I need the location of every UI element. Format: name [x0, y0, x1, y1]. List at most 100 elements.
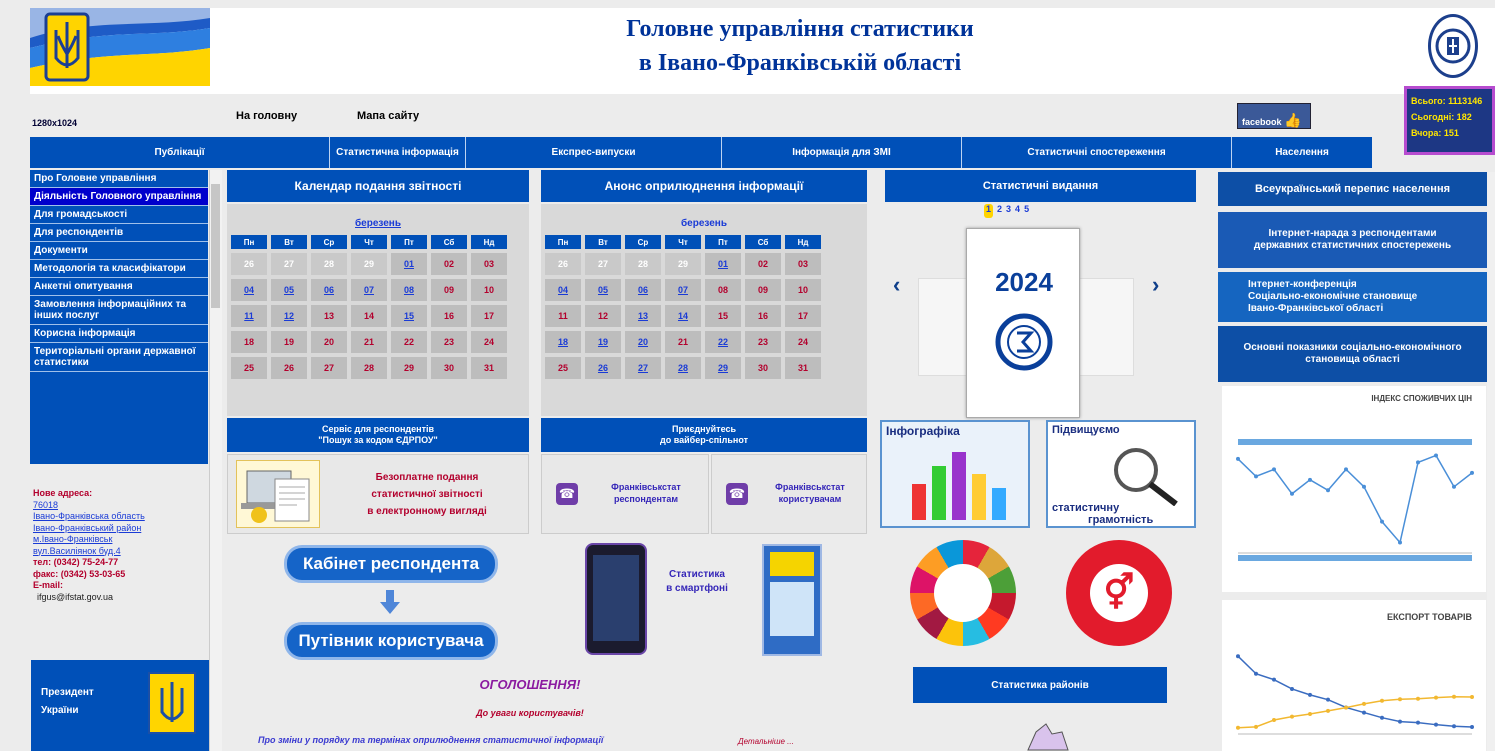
sitemap-link[interactable]: Мапа сайту — [357, 110, 419, 122]
nav-express-releases[interactable]: Експрес-випуски — [466, 137, 722, 168]
calendar-day[interactable]: 04 — [231, 279, 267, 301]
calendar-day[interactable]: 09 — [431, 279, 467, 301]
email-address[interactable]: ifgus@ifstat.gov.ua — [33, 592, 208, 604]
calendar-day[interactable]: 01 — [705, 253, 741, 275]
publications-title[interactable]: Статистичні видання — [885, 170, 1196, 202]
calendar-day[interactable]: 29 — [705, 357, 741, 379]
sidebar-item-surveys[interactable]: Анкетні опитування — [30, 278, 208, 296]
announcement-link[interactable]: Про зміни у порядку та термінах оприлюдн… — [258, 735, 738, 745]
publication-cover[interactable]: 2024 — [966, 228, 1080, 418]
nav-population[interactable]: Населення — [1232, 137, 1372, 168]
calendar-day[interactable]: 20 — [625, 331, 661, 353]
statistical-literacy-banner[interactable]: Підвищуємо статистичну грамотність — [1046, 420, 1196, 528]
pager-page-1[interactable]: 1 — [984, 204, 994, 218]
calendar-day[interactable]: 05 — [585, 279, 621, 301]
sidebar-item-public[interactable]: Для громадськості — [30, 206, 208, 224]
page-scrollbar[interactable] — [1487, 172, 1495, 751]
calendar-announce-month[interactable]: березень — [541, 218, 867, 229]
calendar-day[interactable]: 21 — [665, 331, 701, 353]
calendar-day[interactable]: 28 — [351, 357, 387, 379]
calendar-day[interactable]: 31 — [785, 357, 821, 379]
calendar-day[interactable]: 30 — [745, 357, 781, 379]
calendar-day[interactable]: 25 — [231, 357, 267, 379]
nav-statistical-info[interactable]: Статистична інформація — [330, 137, 466, 168]
calendar-announce-title[interactable]: Анонс оприлюднення інформації — [541, 170, 867, 202]
census-link[interactable]: Всеукраїнський перепис населення — [1218, 172, 1487, 206]
sidebar-item-territorial[interactable]: Територіальні органи державної статистик… — [30, 343, 208, 372]
calendar-reporting-title[interactable]: Календар подання звітності — [227, 170, 529, 202]
calendar-day[interactable]: 27 — [625, 357, 661, 379]
calendar-day[interactable]: 27 — [311, 357, 347, 379]
smartphone-stats-text[interactable]: Статистика в смартфоні — [652, 568, 742, 596]
calendar-day[interactable]: 08 — [391, 279, 427, 301]
cpi-chart-panel[interactable]: ІНДЕКС СПОЖИВЧИХ ЦІН — [1222, 386, 1486, 592]
calendar-day[interactable]: 23 — [745, 331, 781, 353]
pager-page-4[interactable]: 4 — [1015, 204, 1020, 218]
sidebar-item-documents[interactable]: Документи — [30, 242, 208, 260]
sidebar-item-activity[interactable]: Діяльність Головного управління — [30, 188, 208, 206]
sidebar-item-respondents[interactable]: Для респондентів — [30, 224, 208, 242]
nav-media-info[interactable]: Інформація для ЗМІ — [722, 137, 962, 168]
calendar-day[interactable]: 02 — [431, 253, 467, 275]
calendar-day[interactable]: 20 — [311, 331, 347, 353]
calendar-day[interactable]: 07 — [665, 279, 701, 301]
districts-statistics-button[interactable]: Статистика районів — [913, 667, 1167, 703]
calendar-day[interactable]: 13 — [311, 305, 347, 327]
address-postcode[interactable]: 76018 — [33, 500, 208, 512]
user-guide-button[interactable]: Путівник користувача — [284, 622, 498, 660]
calendar-day[interactable]: 08 — [705, 279, 741, 301]
calendar-day[interactable]: 10 — [785, 279, 821, 301]
calendar-day[interactable]: 05 — [271, 279, 307, 301]
export-chart-panel[interactable]: ЕКСПОРТ ТОВАРІВ — [1222, 600, 1486, 751]
sidebar-item-useful[interactable]: Корисна інформація — [30, 325, 208, 343]
sidebar-item-about[interactable]: Про Головне управління — [30, 170, 208, 188]
calendar-day[interactable]: 12 — [585, 305, 621, 327]
internet-meeting-link[interactable]: Інтернет-нарада з респондентами державни… — [1218, 212, 1487, 268]
calendar-day[interactable]: 07 — [351, 279, 387, 301]
calendar-day[interactable]: 14 — [351, 305, 387, 327]
publication-thumb-right[interactable] — [1078, 278, 1134, 376]
calendar-day[interactable]: 18 — [545, 331, 581, 353]
viber-users-link[interactable]: ☎ Франківськстат користувачам — [711, 454, 867, 534]
calendar-day[interactable]: 28 — [665, 357, 701, 379]
calendar-day[interactable]: 24 — [471, 331, 507, 353]
more-link[interactable]: Детальніше ... — [738, 737, 818, 746]
calendar-day[interactable]: 26 — [585, 357, 621, 379]
pager-page-2[interactable]: 2 — [997, 204, 1002, 218]
calendar-day[interactable]: 26 — [271, 357, 307, 379]
internet-conference-link[interactable]: Інтернет-конференція Соціально-економічн… — [1218, 272, 1487, 322]
address-city[interactable]: м.Івано-Франківськ — [33, 534, 208, 546]
calendar-day[interactable]: 18 — [231, 331, 267, 353]
nav-statistical-observations[interactable]: Статистичні спостереження — [962, 137, 1232, 168]
calendar-day[interactable]: 19 — [271, 331, 307, 353]
home-link[interactable]: На головну — [236, 110, 297, 122]
viber-respondents-link[interactable]: ☎ Франківськстат респондентам — [541, 454, 709, 534]
calendar-day[interactable]: 23 — [431, 331, 467, 353]
calendar-day[interactable]: 15 — [391, 305, 427, 327]
calendar-day[interactable]: 17 — [471, 305, 507, 327]
mobile-app-banner[interactable] — [762, 544, 822, 656]
calendar-day[interactable]: 04 — [545, 279, 581, 301]
free-reporting-banner[interactable]: Безоплатне подання статистичної звітност… — [227, 454, 529, 534]
sdg-wheel-link[interactable] — [910, 540, 1016, 646]
calendar-day[interactable]: 24 — [785, 331, 821, 353]
address-district[interactable]: Івано-Франківський район — [33, 523, 208, 535]
carousel-prev-button[interactable]: ‹ — [893, 272, 900, 298]
calendar-day[interactable]: 03 — [471, 253, 507, 275]
smartphone-image[interactable] — [585, 543, 647, 655]
calendar-day[interactable]: 22 — [705, 331, 741, 353]
calendar-day[interactable]: 30 — [431, 357, 467, 379]
gender-statistics-link[interactable]: ⚥ — [1066, 540, 1172, 646]
facebook-button[interactable]: facebook 👍 — [1237, 103, 1311, 129]
service-title[interactable]: Сервіс для респондентів "Пошук за кодом … — [227, 418, 529, 452]
pager-page-3[interactable]: 3 — [1006, 204, 1011, 218]
calendar-day[interactable]: 06 — [311, 279, 347, 301]
calendar-day[interactable]: 10 — [471, 279, 507, 301]
calendar-day[interactable]: 01 — [391, 253, 427, 275]
calendar-day[interactable]: 12 — [271, 305, 307, 327]
calendar-day[interactable]: 22 — [391, 331, 427, 353]
calendar-day[interactable]: 02 — [745, 253, 781, 275]
nav-publications[interactable]: Публікації — [30, 137, 330, 168]
calendar-day[interactable]: 03 — [785, 253, 821, 275]
calendar-day[interactable]: 09 — [745, 279, 781, 301]
